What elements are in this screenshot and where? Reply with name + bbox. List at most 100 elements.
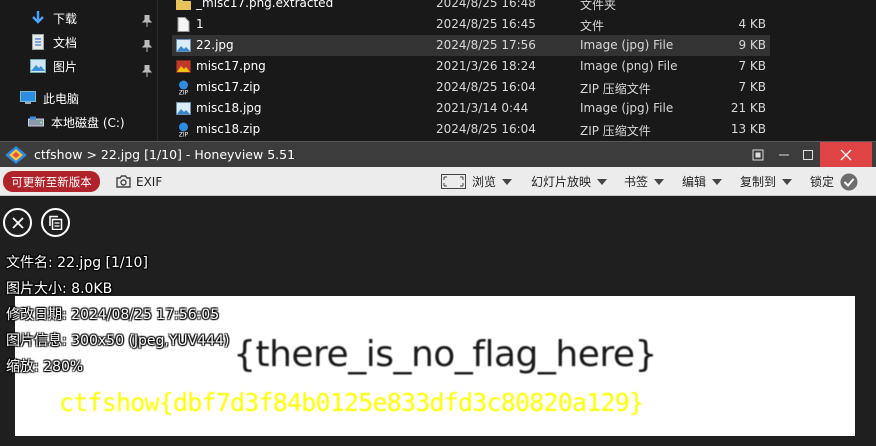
file-size: 7 KB (738, 80, 766, 94)
info-image-details: 图片信息: 300x50 (Jpeg,YUV444) (6, 333, 230, 349)
copy-to-menu[interactable]: 复制到 (740, 167, 793, 196)
viewer-titlebar[interactable]: ctfshow > 22.jpg [1/10] - Honeyview 5.51 (0, 141, 876, 167)
file-size: 4 KB (738, 17, 766, 31)
nav-item-local-disk[interactable]: 本地磁盘 (C:) (28, 111, 125, 133)
chevron-down-icon (597, 178, 608, 185)
file-icon (176, 17, 191, 32)
info-filesize: 图片大小: 8.0KB (6, 281, 113, 297)
file-type: Image (png) File (580, 59, 678, 73)
zip-file-icon: ZIP (176, 80, 191, 97)
slideshow-label: 幻灯片放映 (531, 175, 592, 189)
file-name: misc17.png (196, 59, 266, 73)
pin-icon[interactable] (141, 37, 153, 56)
info-zoom: 缩放: 280% (6, 359, 84, 375)
file-type: 文件 (580, 19, 605, 33)
file-type: Image (jpg) File (580, 38, 674, 52)
slideshow-menu[interactable]: 幻灯片放映 (531, 167, 608, 196)
document-icon (30, 34, 46, 50)
maximize-icon (803, 149, 813, 160)
lock-toggle[interactable]: 锁定 (810, 167, 858, 196)
svg-text:ZIP: ZIP (179, 90, 189, 96)
image-info-overlay: 文件名: 22.jpg [1/10] 图片大小: 8.0KB 修改日期: 202… (6, 252, 229, 382)
picture-icon (30, 58, 46, 74)
file-name: misc17.zip (196, 80, 261, 94)
chevron-down-icon (502, 178, 513, 185)
file-name: misc18.zip (196, 122, 261, 136)
file-date: 2024/8/25 16:45 (436, 17, 536, 31)
exif-button[interactable]: EXIF (116, 167, 162, 196)
nav-item-pictures[interactable]: 图片 (30, 55, 77, 77)
nav-item-documents[interactable]: 文档 (30, 31, 77, 53)
image-text-flag: ctfshow{dbf7d3f84b0125e833dfd3c80820a129… (59, 388, 644, 417)
browse-menu[interactable]: 浏览 (441, 167, 513, 196)
zip-file-icon: ZIP (176, 122, 191, 139)
nav-item-label: 本地磁盘 (C:) (51, 115, 125, 130)
file-explorer-window: 下载 文档 图片 此电脑 本地磁盘 (C:) _misc17.png.extra… (0, 0, 876, 141)
nav-item-label: 图片 (53, 59, 78, 74)
file-row[interactable]: ZIP misc18.zip 2024/8/25 16:04 ZIP 压缩文件 … (172, 119, 770, 140)
exif-label: EXIF (136, 174, 163, 189)
download-arrow-icon (30, 10, 46, 26)
image-file-icon (176, 38, 191, 53)
edit-menu[interactable]: 编辑 (682, 167, 723, 196)
pin-icon[interactable] (141, 62, 153, 81)
file-row[interactable]: 1 2024/8/25 16:45 文件 4 KB (172, 14, 770, 35)
chevron-down-icon (654, 178, 665, 185)
file-row[interactable]: _misc17.png.extracted 2024/8/25 16:48 文件… (172, 0, 770, 14)
file-date: 2021/3/26 18:24 (436, 59, 536, 73)
file-size: 7 KB (738, 59, 766, 73)
file-date: 2024/8/25 16:04 (436, 80, 536, 94)
fullscreen-icon (752, 149, 764, 160)
window-title: ctfshow > 22.jpg [1/10] - Honeyview 5.51 (34, 147, 296, 162)
file-size: 13 KB (730, 122, 766, 136)
image-file-icon (176, 101, 191, 116)
file-type: Image (jpg) File (580, 101, 674, 115)
bookmark-menu[interactable]: 书签 (624, 167, 665, 196)
nav-item-this-pc[interactable]: 此电脑 (20, 87, 79, 109)
file-size: 9 KB (738, 38, 766, 52)
pin-icon[interactable] (141, 12, 153, 31)
check-circle-icon (840, 173, 858, 190)
file-name: _misc17.png.extracted (196, 0, 334, 10)
nav-item-label: 此电脑 (43, 91, 80, 106)
bookmark-label: 书签 (624, 175, 649, 189)
drive-icon (28, 114, 44, 130)
nav-item-downloads[interactable]: 下载 (30, 7, 77, 29)
file-date: 2024/8/25 17:56 (436, 38, 536, 52)
lock-label: 锁定 (810, 175, 835, 189)
minimize-button[interactable] (772, 142, 796, 167)
update-version-button[interactable]: 可更新至新版本 (3, 171, 100, 192)
file-name: 22.jpg (196, 38, 234, 52)
file-name: 1 (196, 17, 204, 31)
png-file-icon (176, 59, 191, 74)
folder-icon (176, 0, 191, 11)
close-image-button[interactable] (3, 208, 32, 237)
minimize-icon (779, 154, 789, 155)
file-row[interactable]: misc18.jpg 2021/3/14 0:44 Image (jpg) Fi… (172, 98, 770, 119)
file-date: 2024/8/25 16:48 (436, 0, 536, 10)
file-row[interactable]: ZIP misc17.zip 2024/8/25 16:04 ZIP 压缩文件 … (172, 77, 770, 98)
close-window-button[interactable] (820, 142, 872, 167)
fullscreen-button[interactable] (748, 142, 768, 167)
file-row-selected[interactable]: 22.jpg 2024/8/25 17:56 Image (jpg) File … (172, 35, 770, 56)
file-type: ZIP 压缩文件 (580, 82, 651, 96)
camera-icon (116, 175, 131, 188)
file-date: 2024/8/25 16:04 (436, 122, 536, 136)
honeyview-app-icon[interactable] (4, 145, 28, 165)
nav-item-label: 文档 (53, 35, 78, 50)
nav-item-label: 下载 (53, 11, 78, 26)
file-date: 2021/3/14 0:44 (436, 101, 529, 115)
file-name: misc18.jpg (196, 101, 262, 115)
file-type: 文件夹 (580, 0, 617, 12)
file-row[interactable]: misc17.png 2021/3/26 18:24 Image (png) F… (172, 56, 770, 77)
browse-icon (441, 174, 466, 189)
maximize-button[interactable] (796, 142, 820, 167)
chevron-down-icon (782, 178, 793, 185)
svg-text:ZIP: ZIP (179, 132, 189, 138)
computer-icon (20, 90, 36, 106)
edit-label: 编辑 (682, 175, 707, 189)
browse-label: 浏览 (472, 175, 497, 189)
file-info-button[interactable] (41, 208, 70, 237)
copy-document-icon (49, 215, 63, 230)
info-filename: 文件名: 22.jpg [1/10] (6, 255, 148, 271)
